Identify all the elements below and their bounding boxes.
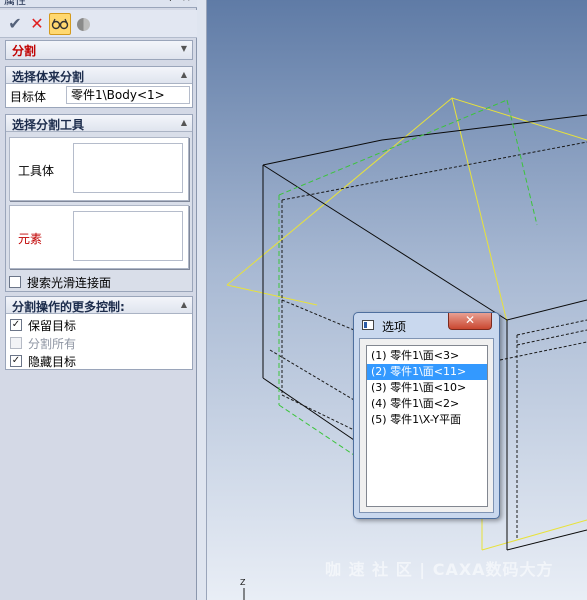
element-field[interactable] [73, 211, 183, 261]
more-controls-header[interactable]: 分割操作的更多控制: ▲ [6, 297, 192, 314]
target-body-label: 目标体 [10, 90, 47, 104]
cancel-button[interactable]: ✕ [28, 14, 46, 34]
keep-target-checkbox[interactable]: ✓ 保留目标 [10, 317, 76, 333]
checkmark-icon[interactable]: ✓ [10, 355, 22, 367]
target-body-row: 目标体 零件1\Body<1> [6, 84, 192, 106]
panel-titlebar: 属性 + × [0, 0, 197, 8]
window-icon [362, 320, 374, 330]
watermark: 咖 速 社 区 | CAXA数码大方 [325, 560, 554, 579]
hide-target-checkbox[interactable]: ✓ 隐藏目标 [10, 353, 76, 369]
pin-icon[interactable]: + [166, 0, 175, 4]
split-all-label: 分割所有 [28, 336, 77, 351]
smooth-faces-label: 搜索光滑连接面 [27, 275, 112, 290]
split-section-header[interactable]: 分割 ▼ [6, 41, 192, 59]
more-controls-section: 分割操作的更多控制: ▲ ✓ 保留目标 分割所有 ✓ 隐藏目标 [5, 296, 193, 370]
dialog-title: 选项 [382, 320, 407, 334]
tool-body-field[interactable] [73, 143, 183, 193]
option-item[interactable]: (3) 零件1\面<10> [367, 380, 487, 396]
target-section-title: 选择体来分割 [12, 70, 85, 84]
half-circle-icon [76, 17, 90, 31]
confirm-button[interactable]: ✔ [6, 14, 24, 34]
dialog-body: (1) 零件1\面<3> (2) 零件1\面<11> (3) 零件1\面<10>… [359, 338, 494, 513]
close-icon: ✕ [464, 313, 476, 327]
panel-toolbar: ✔ ✕ [0, 10, 197, 38]
split-section: 分割 ▼ [5, 40, 193, 60]
more-controls-title: 分割操作的更多控制: [12, 300, 125, 314]
chevron-up-icon: ▲ [180, 118, 187, 127]
hide-target-label: 隐藏目标 [28, 354, 77, 369]
dialog-close-button[interactable]: ✕ [448, 313, 492, 330]
chevron-up-icon: ▲ [180, 300, 187, 309]
z-axis-label: Z [240, 578, 246, 587]
option-item-selected[interactable]: (2) 零件1\面<11> [367, 364, 487, 380]
checkmark-icon[interactable]: ✓ [10, 319, 22, 331]
tools-section-header[interactable]: 选择分割工具 ▲ [6, 115, 192, 132]
option-item[interactable]: (1) 零件1\面<3> [367, 348, 487, 364]
element-box: 元素 [9, 205, 189, 269]
checkbox-box [10, 337, 22, 349]
option-item[interactable]: (5) 零件1\X-Y平面 [367, 412, 487, 428]
tools-section: 选择分割工具 ▲ 工具体 元素 搜索光滑连接面 [5, 114, 193, 292]
tool-body-label: 工具体 [18, 164, 55, 178]
properties-panel: 属性 + × ✔ ✕ 分割 ▼ 选择体来 [0, 0, 197, 600]
chevron-up-icon: ▲ [180, 70, 187, 79]
help-button[interactable] [74, 14, 92, 34]
glasses-icon [51, 18, 69, 30]
options-list[interactable]: (1) 零件1\面<3> (2) 零件1\面<11> (3) 零件1\面<10>… [366, 345, 488, 507]
preview-button[interactable] [49, 13, 71, 35]
keep-target-label: 保留目标 [28, 318, 77, 333]
split-all-checkbox: 分割所有 [10, 335, 76, 351]
panel-splitter[interactable] [197, 0, 207, 600]
element-label: 元素 [18, 232, 43, 246]
split-section-title: 分割 [12, 44, 37, 58]
option-item[interactable]: (4) 零件1\面<2> [367, 396, 487, 412]
dialog-titlebar[interactable]: 选项 ✕ [354, 313, 499, 337]
x-icon: ✕ [30, 14, 44, 33]
panel-title: 属性 [4, 0, 26, 7]
target-section: 选择体来分割 ▲ 目标体 零件1\Body<1> [5, 66, 193, 108]
chevron-down-icon: ▼ [180, 44, 187, 53]
close-icon[interactable]: × [182, 0, 191, 4]
options-dialog: 选项 ✕ (1) 零件1\面<3> (2) 零件1\面<11> (3) 零件1\… [353, 312, 500, 519]
target-section-header[interactable]: 选择体来分割 ▲ [6, 67, 192, 84]
checkbox-box[interactable] [9, 276, 21, 288]
checkmark-icon: ✔ [8, 14, 22, 33]
tools-section-title: 选择分割工具 [12, 118, 85, 132]
smooth-faces-checkbox[interactable]: 搜索光滑连接面 [9, 274, 111, 290]
target-body-field[interactable]: 零件1\Body<1> [66, 86, 190, 104]
tool-body-box: 工具体 [9, 137, 189, 201]
